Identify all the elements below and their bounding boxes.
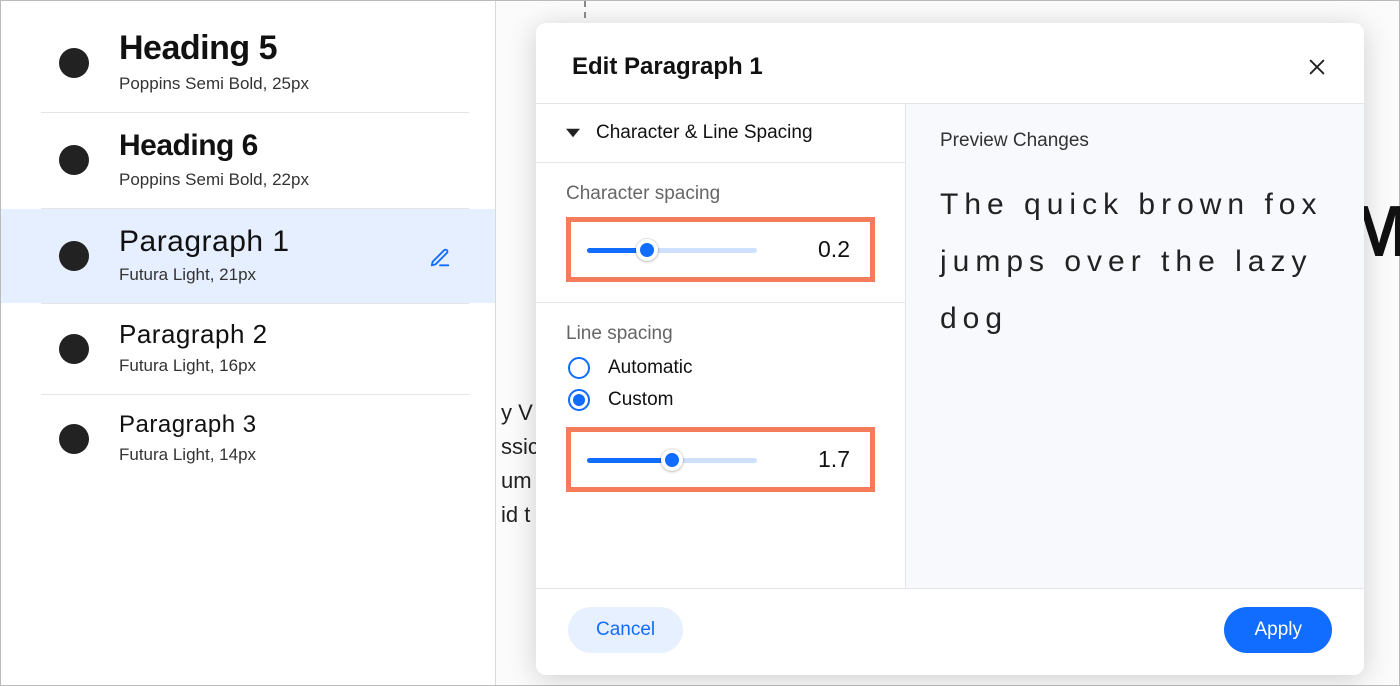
modal-title: Edit Paragraph 1 [572, 53, 1306, 81]
style-swatch [59, 334, 89, 364]
preview-text: The quick brown fox jumps over the lazy … [940, 176, 1330, 347]
text-styles-panel: Heading 5 Poppins Semi Bold, 25px Headin… [1, 1, 496, 685]
section-line-spacing: Line spacing Automatic Custom 1.7 [536, 302, 905, 512]
style-desc: Futura Light, 21px [119, 265, 419, 285]
character-spacing-control: 0.2 [566, 217, 875, 282]
character-spacing-value[interactable]: 0.2 [777, 236, 854, 263]
slider-thumb[interactable] [661, 449, 683, 471]
style-item-paragraph-2[interactable]: Paragraph 2 Futura Light, 16px [1, 304, 495, 394]
style-swatch [59, 241, 89, 271]
preview-column: Preview Changes The quick brown fox jump… [906, 104, 1364, 588]
line-spacing-value[interactable]: 1.7 [777, 446, 854, 473]
style-swatch [59, 48, 89, 78]
slider-thumb[interactable] [636, 239, 658, 261]
style-item-paragraph-3[interactable]: Paragraph 3 Futura Light, 14px [1, 395, 495, 483]
radio-icon [568, 357, 590, 379]
style-item-heading-6[interactable]: Heading 6 Poppins Semi Bold, 22px [1, 113, 495, 208]
close-icon[interactable] [1306, 56, 1328, 78]
apply-button[interactable]: Apply [1224, 607, 1332, 653]
preview-heading: Preview Changes [940, 130, 1330, 152]
style-item-paragraph-1[interactable]: Paragraph 1 Futura Light, 21px [1, 209, 495, 304]
settings-column: Character & Line Spacing Character spaci… [536, 104, 906, 588]
style-name: Paragraph 1 [119, 225, 419, 260]
style-desc: Futura Light, 14px [119, 445, 451, 465]
canvas-ghost-text: y V ssic um id t [501, 396, 539, 532]
style-desc: Poppins Semi Bold, 25px [119, 74, 451, 94]
line-spacing-label: Line spacing [566, 323, 875, 345]
line-spacing-control: 1.7 [566, 427, 875, 492]
line-spacing-slider[interactable] [587, 451, 757, 469]
line-spacing-radio-automatic[interactable]: Automatic [568, 357, 875, 379]
style-name: Paragraph 3 [119, 411, 451, 439]
accordion-label: Character & Line Spacing [596, 122, 813, 144]
style-swatch [59, 424, 89, 454]
style-swatch [59, 145, 89, 175]
style-desc: Futura Light, 16px [119, 356, 451, 376]
modal-footer: Cancel Apply [536, 589, 1364, 675]
modal-body: Character & Line Spacing Character spaci… [536, 103, 1364, 589]
pencil-icon[interactable] [429, 247, 451, 269]
accordion-character-line-spacing[interactable]: Character & Line Spacing [536, 104, 905, 163]
character-spacing-label: Character spacing [566, 183, 875, 205]
radio-icon [568, 389, 590, 411]
slider-fill [587, 458, 672, 463]
line-spacing-radio-custom[interactable]: Custom [568, 389, 875, 411]
modal-header: Edit Paragraph 1 [536, 23, 1364, 103]
style-name: Paragraph 2 [119, 320, 451, 350]
style-name: Heading 6 [119, 129, 451, 164]
chevron-down-icon [566, 126, 580, 140]
cancel-button[interactable]: Cancel [568, 607, 683, 653]
section-character-spacing: Character spacing 0.2 [536, 163, 905, 302]
style-desc: Poppins Semi Bold, 22px [119, 170, 451, 190]
style-name: Heading 5 [119, 29, 451, 68]
style-item-heading-5[interactable]: Heading 5 Poppins Semi Bold, 25px [1, 13, 495, 112]
edit-style-modal: Edit Paragraph 1 Character & Line Spacin… [536, 23, 1364, 675]
radio-label: Automatic [608, 357, 692, 379]
character-spacing-slider[interactable] [587, 241, 757, 259]
radio-label: Custom [608, 389, 673, 411]
